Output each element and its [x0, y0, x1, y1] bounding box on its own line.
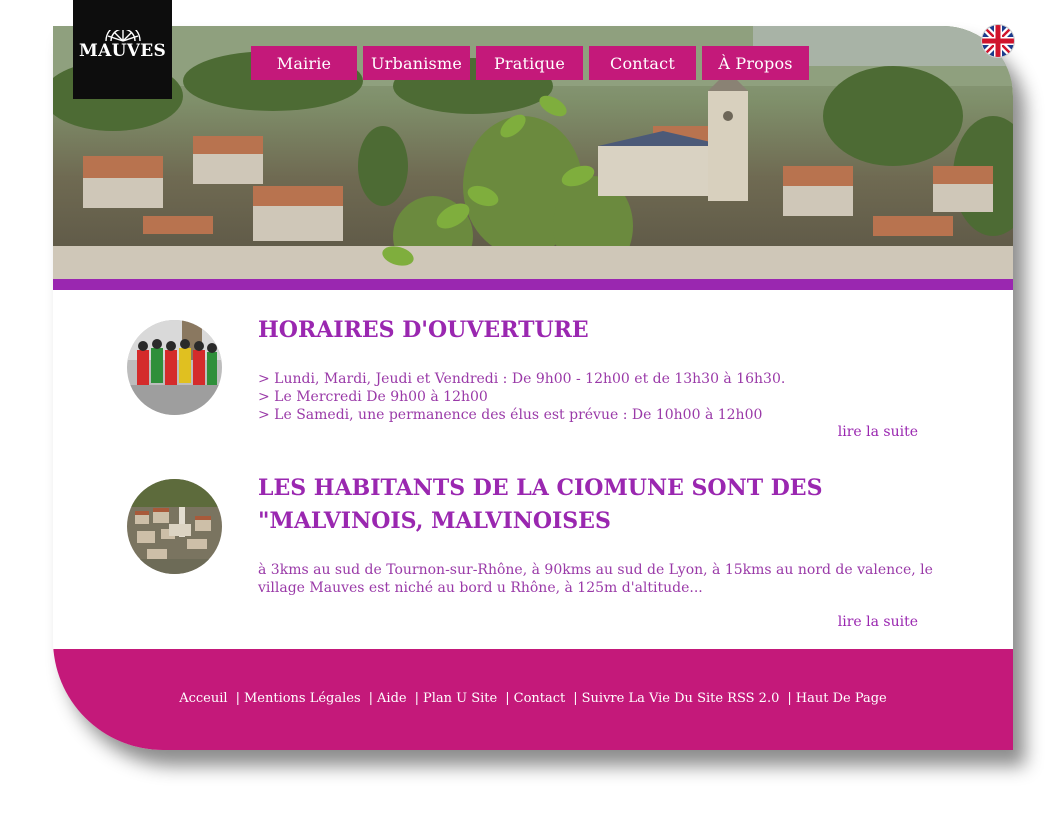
article-line: > Le Samedi, une permanence des élus est… — [258, 407, 763, 423]
header-banner-image: Mairie Urbanisme Pratique Contact À Prop… — [53, 26, 1013, 279]
footer-link-aide[interactable]: Aide — [377, 691, 407, 706]
footer-separator: | — [414, 691, 419, 706]
article-title[interactable]: LES HABITANTS DE LA CIOMUNE SONT DES "MA… — [258, 472, 938, 538]
article-thumbnail-parade[interactable] — [127, 320, 222, 415]
read-more-link[interactable]: lire la suite — [838, 424, 918, 440]
article-line: > Lundi, Mardi, Jeudi et Vendredi : De 9… — [258, 371, 786, 387]
site-footer: Acceuil | Mentions Légales | Aide | Plan U Sit… — [53, 649, 1013, 750]
logo-text: MAUVES — [78, 41, 167, 61]
article-title[interactable]: HORAIRES D'OUVERTURE — [258, 314, 938, 347]
footer-separator: | — [787, 691, 792, 706]
read-more-link[interactable]: lire la suite — [838, 614, 918, 630]
article-line: > Le Mercredi De 9h00 à 12h00 — [258, 389, 488, 405]
banner-divider — [53, 279, 1013, 290]
footer-separator: | — [505, 691, 510, 706]
nav-a-propos[interactable]: À Propos — [702, 46, 809, 80]
footer-links: Acceuil | Mentions Légales | Aide | Plan U Sit… — [53, 691, 1013, 706]
footer-link-top[interactable]: Haut De Page — [796, 691, 887, 706]
site-logo[interactable]: MAUVES — [73, 0, 172, 99]
footer-link-accueil[interactable]: Acceuil — [179, 691, 227, 706]
footer-link-contact[interactable]: Contact — [514, 691, 566, 706]
nav-mairie[interactable]: Mairie — [251, 46, 357, 80]
footer-link-plan[interactable]: Plan U Site — [423, 691, 497, 706]
footer-separator: | — [368, 691, 374, 706]
footer-link-rss[interactable]: Suivre La Vie Du Site RSS 2.0 — [582, 691, 780, 706]
nav-pratique[interactable]: Pratique — [476, 46, 583, 80]
nav-urbanisme[interactable]: Urbanisme — [363, 46, 470, 80]
nav-contact[interactable]: Contact — [589, 46, 696, 80]
page-card: Mairie Urbanisme Pratique Contact À Prop… — [53, 26, 1013, 750]
footer-link-mentions[interactable]: Mentions Légales — [244, 691, 361, 706]
footer-separator: | — [235, 691, 240, 706]
article-summary: à 3kms au sud de Tournon-sur-Rhône, à 90… — [258, 562, 933, 596]
footer-separator: | — [573, 691, 578, 706]
article-thumbnail-village[interactable] — [127, 479, 222, 574]
uk-flag-icon[interactable] — [982, 25, 1014, 57]
